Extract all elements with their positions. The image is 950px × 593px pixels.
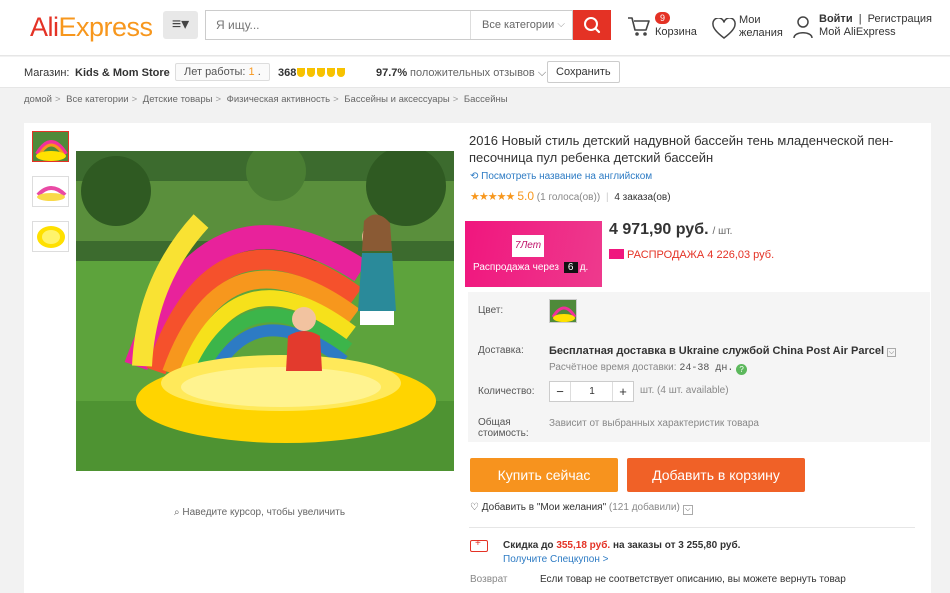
thumbnail-pool-side[interactable]	[32, 176, 69, 207]
medal-icons	[297, 67, 347, 79]
search-icon: ⌕	[174, 507, 180, 518]
search-bar: Все категории⌵	[205, 10, 573, 40]
add-to-wishlist-link[interactable]: ♡ Добавить в "Мои желания" (121 добавили…	[470, 502, 693, 515]
cart-icon	[628, 17, 650, 36]
delivery-time: Расчётное время доставки: 24-38 дн. ?	[549, 362, 748, 375]
sale-logo-icon	[609, 249, 624, 259]
medal-icon	[337, 68, 345, 77]
color-label: Цвет:	[478, 305, 504, 316]
search-button[interactable]	[573, 10, 611, 40]
total-label: Общая стоимость:	[478, 417, 529, 439]
coupon-icon	[470, 538, 488, 552]
breadcrumb-item[interactable]: Все категории	[66, 94, 128, 105]
product-photo	[76, 151, 454, 471]
returns-label: Возврат	[470, 574, 508, 585]
breadcrumb-item[interactable]: Бассейны	[464, 94, 508, 105]
product-options: Цвет: Доставка: Бесплатная доставка в Uk…	[468, 292, 930, 442]
store-bar: Магазин: Kids & Mom Store Лет работы: 1 …	[0, 57, 950, 88]
logo-text-express: Express	[58, 12, 154, 42]
chevron-down-icon: ⌵	[537, 67, 547, 79]
search-icon	[584, 17, 601, 34]
delivery-method[interactable]: Бесплатная доставка в Ukraine службой Ch…	[549, 345, 897, 357]
aliexpress-logo[interactable]: AliExpress	[30, 12, 153, 43]
rating-stars[interactable]: ★★★★★	[470, 191, 515, 203]
rating-row: ★★★★★ 5.0 (1 голоса(ов)) | 4 заказа(ов)	[470, 189, 671, 203]
translate-icon: ⟲	[470, 171, 479, 182]
breadcrumb: домой > Все категории > Детские товары > Фи…	[24, 94, 508, 105]
rating-value: 5.0	[517, 189, 534, 203]
breadcrumb-item[interactable]: домой	[24, 94, 52, 105]
returns-text: Если товар не соответствует описанию, вы…	[540, 574, 846, 585]
account-menu[interactable]: Войти | Регистрация Мой AliExpress	[792, 13, 932, 45]
medal-icon	[297, 68, 305, 77]
account-login-register: Войти | Регистрация	[819, 13, 932, 25]
orders-count: 4 заказа(ов)	[614, 192, 671, 203]
logo-text-ali: Ali	[30, 12, 59, 42]
thumbnail-pool-canopy[interactable]	[32, 131, 69, 162]
quantity-input[interactable]: 1	[572, 382, 612, 401]
sale-price: РАСПРОДАЖА 4 226,03 руб.	[609, 249, 774, 261]
delivery-label: Доставка:	[478, 345, 524, 356]
product-title: 2016 Новый стиль детский надувной бассей…	[469, 133, 894, 165]
chevron-down-icon: ⌵	[557, 19, 565, 30]
chevron-down-icon: ⌵	[887, 348, 897, 357]
product-main-image[interactable]	[76, 151, 454, 471]
sale-logo: 7Лет	[512, 235, 544, 257]
thumbnail-pool-top[interactable]	[32, 221, 69, 252]
my-account-link[interactable]: Мой AliExpress	[819, 26, 896, 38]
add-to-cart-button[interactable]: Добавить в корзину	[627, 458, 805, 492]
store-label: Магазин:	[24, 67, 70, 79]
store-score[interactable]: 368	[278, 67, 296, 79]
thumbnail-list	[32, 131, 69, 266]
wishlist-link[interactable]: Мои желания	[712, 14, 787, 46]
wishlist-label: Мои желания	[739, 14, 783, 39]
medal-icon	[327, 68, 335, 77]
breadcrumb-item[interactable]: Бассейны и аксессуары	[344, 94, 449, 105]
chevron-down-icon: ⌵	[682, 505, 693, 515]
heart-plus-icon: ♡	[470, 502, 479, 513]
divider	[469, 527, 915, 528]
get-coupon-link[interactable]: Получите Спецкупон >	[503, 554, 609, 565]
color-swatch[interactable]	[549, 299, 577, 323]
medal-icon	[317, 68, 325, 77]
breadcrumb-item[interactable]: Физическая активность	[227, 94, 330, 105]
quantity-decrease-button[interactable]: −	[550, 382, 571, 401]
total-value: Зависит от выбранных характеристик товар…	[549, 418, 759, 429]
product-panel: ⌕ Наведите курсор, чтобы увеличить 2016 …	[24, 123, 931, 593]
save-store-button[interactable]: Сохранить	[547, 61, 620, 83]
buy-now-button[interactable]: Купить сейчас	[470, 458, 618, 492]
rating-votes[interactable]: (1 голоса(ов))	[537, 192, 600, 203]
store-name-link[interactable]: Kids & Mom Store	[75, 67, 170, 79]
categories-menu-button[interactable]: ≡▾	[163, 11, 198, 39]
header: AliExpress ≡▾ Все категории⌵ 9 Корзина М…	[0, 0, 950, 56]
quantity-label: Количество:	[478, 386, 535, 397]
cart-label: Корзина	[655, 26, 697, 38]
login-link[interactable]: Войти	[819, 13, 853, 25]
cart-count-badge: 9	[655, 12, 671, 24]
quantity-stepper: − 1 +	[549, 381, 634, 402]
cart-link[interactable]: 9 Корзина	[627, 12, 699, 46]
category-select[interactable]: Все категории ⌵	[470, 11, 573, 39]
medal-icon	[307, 68, 315, 77]
store-years-badge: Лет работы: 1 .	[175, 63, 270, 81]
discount-info: Скидка до 355,18 руб. на заказы от 3 255…	[503, 540, 741, 551]
product-price: 4 971,90 руб. / шт.	[609, 221, 733, 238]
translate-title-link[interactable]: ⟲ Посмотреть название на английском	[470, 171, 652, 182]
register-link[interactable]: Регистрация	[868, 13, 932, 25]
positive-feedback-percent: 97.7%	[376, 67, 408, 79]
search-input[interactable]	[206, 11, 468, 39]
sale-countdown-banner: 7Лет Распродажа через 6 д.	[465, 221, 602, 287]
user-icon	[793, 16, 813, 39]
heart-icon	[712, 18, 736, 39]
quantity-increase-button[interactable]: +	[612, 382, 633, 401]
positive-feedback-dropdown[interactable]: положительных отзывов ⌵	[410, 67, 546, 80]
sale-countdown: Распродажа через 6 д.	[473, 262, 589, 273]
stock-info: шт. (4 шт. available)	[640, 385, 729, 396]
help-icon: ?	[736, 364, 748, 375]
zoom-hint: ⌕ Наведите курсор, чтобы увеличить	[174, 507, 346, 518]
breadcrumb-item[interactable]: Детские товары	[143, 94, 213, 105]
category-select-value: Все категории	[482, 19, 555, 31]
menu-icon: ≡▾	[171, 16, 190, 33]
